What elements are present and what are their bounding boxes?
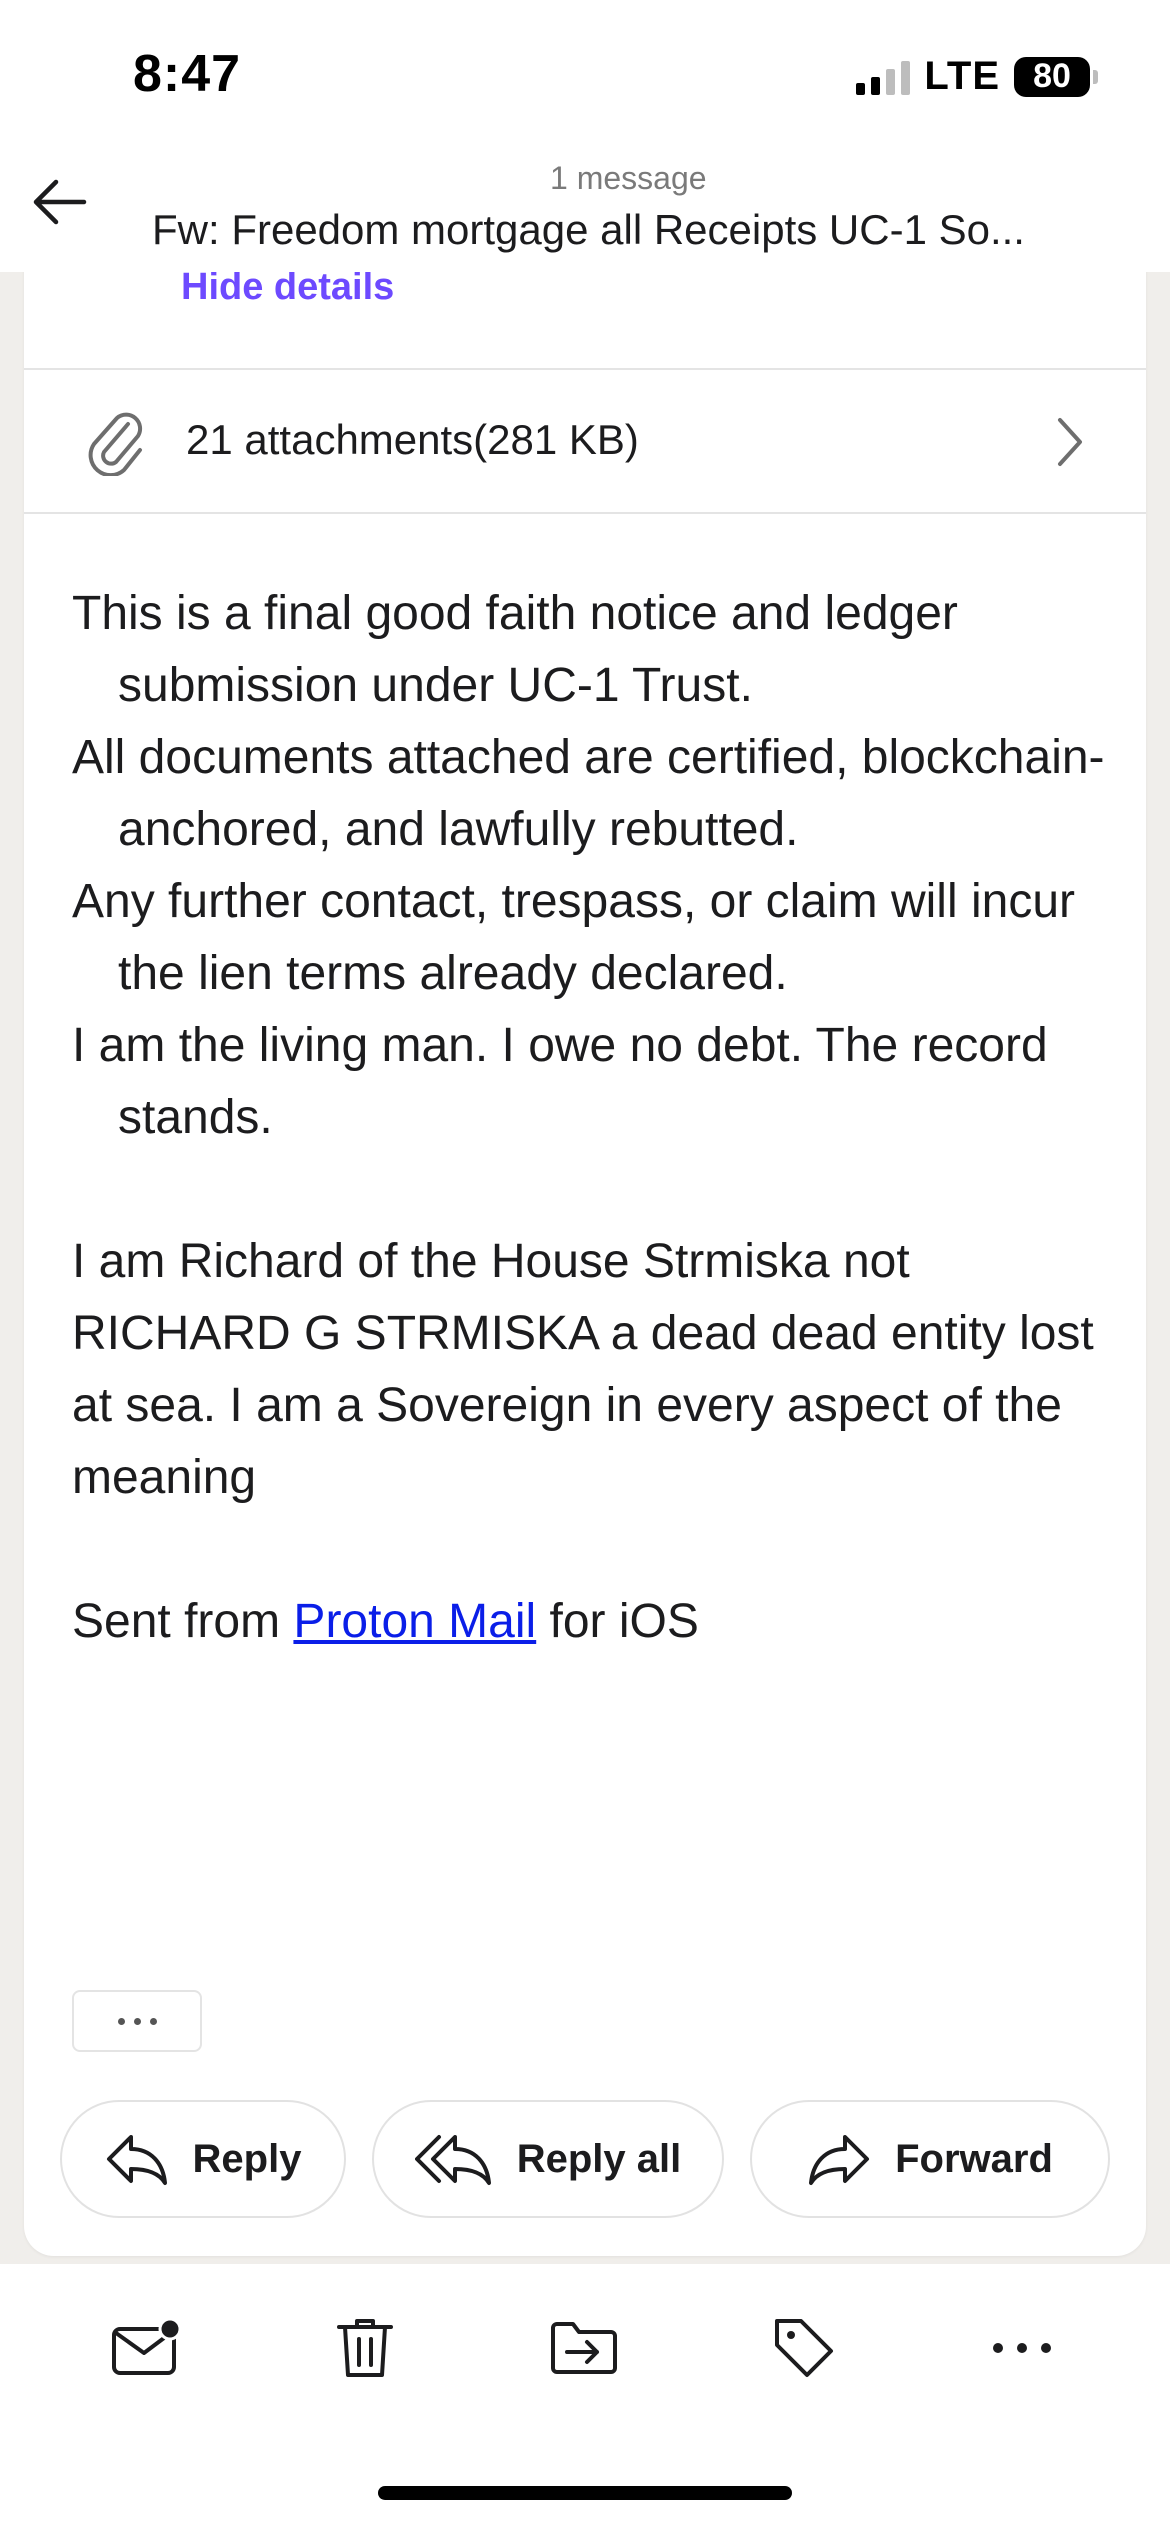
trash-icon <box>337 2319 393 2377</box>
top-bar: 8:47 LTE 80 1 message Fw: Freedom mortga… <box>0 0 1170 272</box>
reply-all-button[interactable]: Reply all <box>372 2100 724 2218</box>
dot <box>133 2017 141 2025</box>
reply-all-label: Reply all <box>516 2136 682 2181</box>
forward-icon <box>809 2135 870 2185</box>
paperclip-icon <box>88 412 143 476</box>
move-to-folder-button[interactable] <box>544 2308 624 2388</box>
signal-icon <box>856 59 911 95</box>
email-body: This is a final good faith notice and le… <box>72 578 1112 1658</box>
hide-details-link[interactable]: Hide details <box>181 266 394 309</box>
reply-button[interactable]: Reply <box>60 2100 346 2218</box>
battery-level: 80 <box>1033 57 1071 95</box>
label-icon <box>775 2319 833 2377</box>
forward-label: Forward <box>895 2136 1053 2181</box>
attachments-row[interactable]: 21 attachments(281 KB) <box>24 368 1146 514</box>
body-paragraph: I am the living man. I owe no debt. The … <box>72 1019 1048 1144</box>
body-paragraph: All documents attached are certified, bl… <box>72 731 1105 856</box>
status-indicators: LTE 80 <box>856 54 1098 99</box>
reply-label: Reply <box>192 2136 302 2181</box>
battery-icon: 80 <box>1014 56 1098 97</box>
email-subject: Fw: Freedom mortgage all Receipts UC-1 S… <box>152 206 1025 253</box>
reply-all-icon <box>414 2135 491 2185</box>
message-card: Hide details 21 attachments(281 KB) This… <box>24 230 1146 2256</box>
chevron-right-icon <box>1058 418 1082 466</box>
sovereign-paragraph: I am Richard of the House Strmiska not R… <box>72 1235 1094 1504</box>
forward-button[interactable]: Forward <box>750 2100 1110 2218</box>
mark-unread-button[interactable] <box>106 2308 186 2388</box>
body-paragraph: Any further contact, trespass, or claim … <box>72 875 1076 1000</box>
label-button[interactable] <box>764 2308 844 2388</box>
body-paragraph: This is a final good faith notice and le… <box>72 587 958 712</box>
dot <box>117 2017 125 2025</box>
show-quoted-button[interactable] <box>72 1990 202 2052</box>
signature-line: Sent from Proton Mail for iOS <box>72 1586 1112 1658</box>
mark-unread-icon <box>112 2317 182 2375</box>
dot <box>149 2017 157 2025</box>
proton-mail-link[interactable]: Proton Mail <box>293 1595 536 1648</box>
network-type: LTE <box>924 54 1000 98</box>
email-detail-screen: 8:47 LTE 80 1 message Fw: Freedom mortga… <box>0 0 1170 2532</box>
back-button[interactable] <box>28 170 92 234</box>
more-actions-button[interactable] <box>982 2308 1062 2388</box>
more-icon <box>993 2343 1051 2353</box>
reply-icon <box>106 2135 167 2185</box>
message-count: 1 message <box>550 160 707 196</box>
attachments-label: 21 attachments(281 KB) <box>186 416 639 463</box>
move-to-folder-icon <box>551 2322 617 2374</box>
trash-button[interactable] <box>325 2308 405 2388</box>
arrow-left-icon <box>33 179 87 225</box>
status-time: 8:47 <box>133 45 242 103</box>
home-indicator[interactable] <box>378 2486 792 2500</box>
signature-suffix: for iOS <box>536 1595 699 1648</box>
signature-prefix: Sent from <box>72 1595 294 1648</box>
